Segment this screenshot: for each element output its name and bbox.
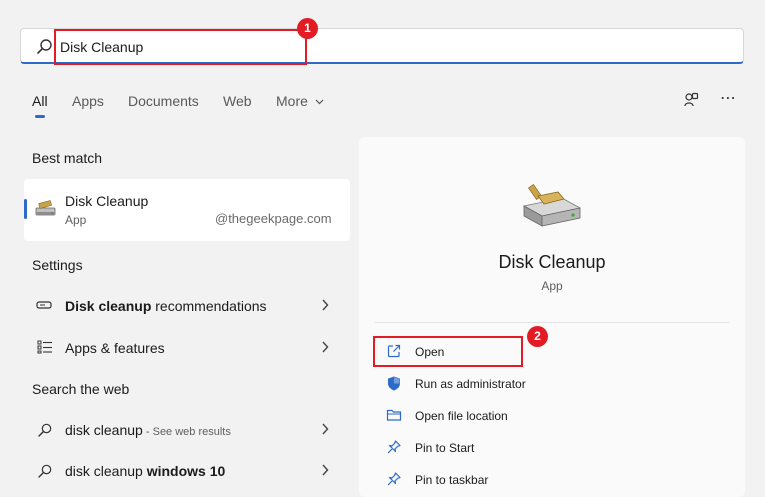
annotation-box-2 [373,336,523,367]
selection-indicator [24,199,27,219]
tab-more-label: More [276,93,308,109]
watermark: @thegeekpage.com [215,211,332,226]
chevron-right-icon [322,341,329,353]
tab-more[interactable]: More [276,93,324,109]
tab-web[interactable]: Web [223,93,252,109]
search-web-heading: Search the web [32,381,130,397]
search-icon [38,423,52,437]
search-icon [37,39,52,54]
settings-item-bold-1: Disk cleanup [65,298,152,314]
detail-subtitle: App [541,279,563,293]
best-match-subtitle: App [65,213,87,227]
annotation-badge-1: 1 [297,18,318,39]
disk-cleanup-large-icon [522,184,582,227]
hard-drive-icon [36,301,52,309]
annotation-box-1 [54,29,307,65]
settings-heading: Settings [32,257,83,273]
tab-all[interactable]: All [32,93,48,109]
disk-cleanup-app-icon [35,200,56,216]
web-result-label-1: disk cleanup - See web results [65,422,231,438]
web-result-main-1: disk cleanup [65,422,143,438]
search-icon [38,464,52,478]
settings-item-rest-1: recommendations [151,298,267,314]
chevron-down-icon [315,99,324,105]
pin-icon [387,472,401,486]
more-options-icon[interactable]: ⋯ [720,88,737,108]
action-label-pin-to-taskbar: Pin to taskbar [415,473,489,487]
settings-item-label-2: Apps & features [65,340,165,356]
action-label-open-file-location: Open file location [415,409,508,423]
web-result-label-2: disk cleanup windows 10 [65,463,225,479]
folder-icon [386,409,402,421]
chevron-right-icon [322,464,329,476]
chevron-right-icon [322,423,329,435]
web-result-extra-1: - See web results [142,426,231,438]
annotation-badge-2: 2 [527,326,548,347]
best-match-title: Disk Cleanup [65,193,149,209]
chevron-right-icon [322,299,329,311]
active-tab-indicator [35,115,45,118]
action-label-run-as-admin: Run as administrator [415,377,526,391]
detail-divider [375,322,729,323]
best-match-result[interactable] [24,179,350,241]
settings-item-label-1: Disk cleanup recommendations [65,298,267,314]
apps-list-icon [37,340,52,354]
best-match-heading: Best match [32,150,103,166]
tab-documents[interactable]: Documents [128,93,199,109]
web-result-main-2: disk cleanup [65,463,147,479]
settings-item-rest-2: Apps & features [65,340,165,356]
action-label-pin-to-start: Pin to Start [415,441,475,455]
web-result-bold-2: windows 10 [146,463,226,479]
tab-apps[interactable]: Apps [72,93,104,109]
shield-icon [388,376,400,391]
accounts-icon[interactable] [683,91,701,109]
detail-title: Disk Cleanup [498,252,606,272]
pin-icon [387,440,401,454]
